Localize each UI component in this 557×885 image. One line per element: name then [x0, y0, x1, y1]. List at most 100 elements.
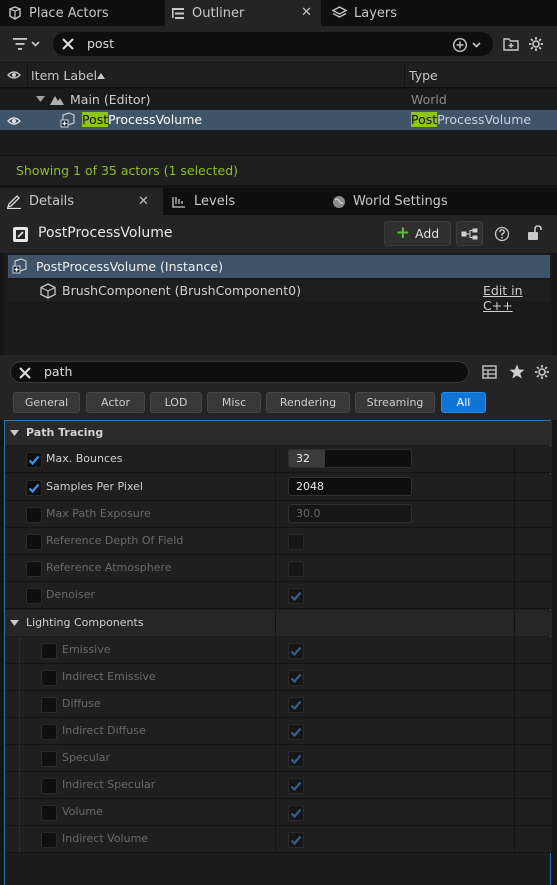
add-component-button[interactable]: + Add [384, 221, 451, 246]
outliner-search-input[interactable]: post [53, 32, 493, 56]
levels-icon [172, 196, 185, 208]
checkmark-icon [290, 700, 302, 711]
unlock-icon[interactable] [527, 225, 542, 241]
max-bounces-override-checkbox[interactable] [26, 452, 42, 468]
tab-details-label: Details [29, 194, 75, 209]
indirect-diffuse-value-checkbox [288, 724, 304, 740]
indirect-specular-override-checkbox[interactable] [41, 778, 57, 794]
indirect-emissive-override-checkbox[interactable] [41, 670, 57, 686]
checkmark-icon [290, 781, 302, 792]
visibility-eye-icon[interactable] [7, 116, 21, 126]
outliner-tree: Main (Editor) World PostProcessVolume Po… [0, 89, 557, 155]
category-actor[interactable]: Actor [86, 392, 145, 413]
tab-levels[interactable]: Levels [164, 188, 322, 215]
reference-dof-override-checkbox[interactable] [26, 534, 42, 550]
details-tab-bar: Details ✕ Levels World Settings [0, 188, 557, 215]
tab-place-actors[interactable]: Place Actors [0, 0, 163, 26]
clear-search-icon[interactable] [60, 36, 76, 52]
checkmark-icon [28, 455, 40, 466]
tab-world-settings[interactable]: World Settings [324, 188, 557, 215]
world-icon [50, 96, 64, 105]
indirect-volume-value-checkbox [288, 832, 304, 848]
blueprint-hierarchy-button[interactable] [456, 221, 483, 246]
volume-label: Volume [62, 805, 103, 818]
indirect-volume-override-checkbox[interactable] [41, 832, 57, 848]
section-lighting-components[interactable]: Lighting Components [5, 610, 552, 636]
checkmark-icon [290, 727, 302, 738]
tree-row-world[interactable]: Main (Editor) World [0, 89, 557, 109]
max-bounces-input[interactable]: 32 [288, 449, 412, 468]
new-folder-icon[interactable] [503, 37, 519, 51]
category-misc[interactable]: Misc [207, 392, 261, 413]
close-details-tab-icon[interactable]: ✕ [138, 194, 149, 209]
prop-max-bounces: Max. Bounces 32 [5, 446, 552, 473]
indirect-diffuse-override-checkbox[interactable] [41, 724, 57, 740]
help-icon[interactable] [494, 226, 510, 242]
actor-row-label: PostProcessVolume [82, 112, 202, 127]
denoiser-override-checkbox[interactable] [26, 588, 42, 604]
tab-world-settings-label: World Settings [353, 194, 448, 209]
actor-label-rest: ProcessVolume [108, 112, 203, 127]
checkmark-icon [290, 835, 302, 846]
section-path-tracing[interactable]: Path Tracing [5, 421, 552, 445]
filter-icon[interactable] [13, 37, 41, 54]
close-outliner-tab-icon[interactable]: ✕ [301, 5, 312, 20]
category-all[interactable]: All [441, 392, 486, 413]
denoiser-value-checkbox [288, 588, 304, 604]
emissive-override-checkbox[interactable] [41, 643, 57, 659]
max-bounces-label: Max. Bounces [46, 452, 123, 465]
prop-denoiser: Denoiser [5, 582, 552, 609]
table-view-icon[interactable] [482, 365, 497, 379]
section-expand-arrow-icon[interactable] [10, 430, 19, 436]
component-row-brush[interactable]: BrushComponent (BrushComponent0) Edit in… [8, 280, 550, 313]
indirect-volume-label: Indirect Volume [62, 832, 149, 845]
item-label-column-header[interactable]: Item Label [31, 68, 97, 83]
samples-per-pixel-input[interactable]: 2048 [288, 477, 412, 496]
category-general[interactable]: General [13, 392, 80, 413]
component-row-instance[interactable]: PostProcessVolume (Instance) [8, 255, 550, 278]
actor-row-type: PostProcessVolume [411, 112, 531, 127]
collapse-arrow-icon[interactable] [36, 96, 45, 102]
max-path-exposure-label: Max Path Exposure [46, 507, 151, 520]
details-settings-gear-icon[interactable] [534, 364, 550, 380]
category-rendering[interactable]: Rendering [266, 392, 350, 413]
diffuse-label: Diffuse [62, 697, 101, 710]
tab-layers[interactable]: Layers [323, 0, 557, 26]
prop-reference-atmosphere: Reference Atmosphere [5, 555, 552, 582]
volume-override-checkbox[interactable] [41, 805, 57, 821]
section-path-tracing-title: Path Tracing [26, 426, 104, 439]
actor-type-rest: ProcessVolume [437, 112, 532, 127]
category-streaming[interactable]: Streaming [355, 392, 435, 413]
tab-outliner[interactable]: Outliner [165, 0, 321, 26]
edit-in-cpp-link[interactable]: Edit in C++ [483, 283, 550, 313]
category-lod[interactable]: LOD [150, 392, 202, 413]
prop-samples-per-pixel: Samples Per Pixel 2048 [5, 474, 552, 501]
clear-details-search-icon[interactable] [17, 365, 33, 381]
component-tree: PostProcessVolume (Instance) BrushCompon… [4, 253, 552, 355]
favorites-star-icon[interactable] [509, 364, 525, 379]
outliner-status-text: Showing 1 of 35 actors (1 selected) [16, 163, 239, 178]
checkmark-icon [290, 754, 302, 765]
panel-tab-bar: Place Actors Outliner ✕ Layers [0, 0, 557, 26]
outliner-search-text: post [87, 36, 114, 51]
tab-levels-label: Levels [194, 194, 236, 209]
type-column-header[interactable]: Type [409, 68, 438, 83]
layers-icon [332, 6, 347, 18]
specular-override-checkbox[interactable] [41, 751, 57, 767]
prop-lighting-specular: Specular [5, 745, 552, 772]
max-path-exposure-override-checkbox[interactable] [26, 507, 42, 523]
add-filter-icon[interactable] [452, 37, 486, 53]
settings-gear-icon[interactable] [528, 36, 544, 52]
samples-per-pixel-override-checkbox[interactable] [26, 480, 42, 496]
visibility-column-icon [7, 71, 21, 79]
section-expand-arrow-icon[interactable] [10, 620, 19, 626]
reference-atmosphere-override-checkbox[interactable] [26, 561, 42, 577]
brush-row-label: BrushComponent (BrushComponent0) [62, 283, 301, 298]
diffuse-override-checkbox[interactable] [41, 697, 57, 713]
tree-row-postprocessvolume[interactable]: PostProcessVolume PostProcessVolume [0, 110, 557, 130]
prop-lighting-indirect-emissive: Indirect Emissive [5, 664, 552, 691]
prop-reference-depth-of-field: Reference Depth Of Field [5, 528, 552, 555]
post-process-volume-icon [60, 112, 75, 128]
details-header: PostProcessVolume + Add [0, 215, 557, 253]
details-search-input[interactable]: path [10, 361, 469, 383]
